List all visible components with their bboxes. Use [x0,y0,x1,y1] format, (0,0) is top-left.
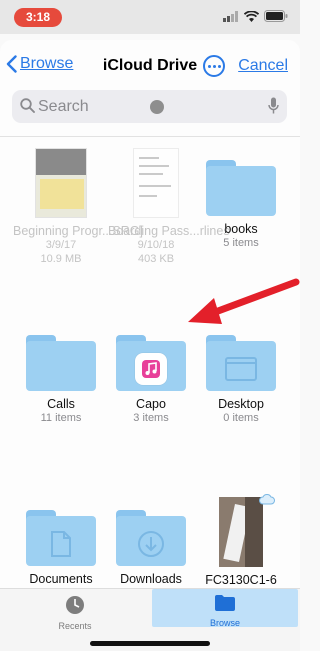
file-date: 3/9/17 [45,239,77,251]
desktop-icon [225,357,257,381]
folder-count: 0 items [223,412,259,424]
file-name: Boarding Pass...rlines [108,224,230,238]
cloud-download-icon [259,494,275,505]
red-arrow-icon [188,278,300,324]
photo-thumbnail [219,497,263,567]
folder-icon [116,335,186,391]
navigation-bar: Browse iCloud Drive Cancel [0,40,300,90]
status-icons [223,10,288,22]
folder-item-calls[interactable]: Calls 11 items [13,335,109,425]
search-bar[interactable]: Search [12,90,287,123]
search-icon [20,98,35,113]
microphone-icon[interactable] [268,97,279,115]
file-item-beginning-programming[interactable]: Beginning Progr...SRG] 3/9/17 10.9 MB [13,148,143,266]
folder-count: 5 items [223,237,259,249]
tab-recents-label: Recents [58,621,92,631]
capo-app-icon [135,353,167,385]
book-thumbnail [35,148,87,218]
file-item-photo[interactable]: FC3130C1-6 [193,494,289,587]
folder-name: Downloads [120,572,182,586]
folder-icon [206,160,276,216]
document-icon [51,531,71,557]
touch-indicator [150,100,164,114]
folder-icon [116,510,186,566]
folder-item-documents[interactable]: Documents [13,510,109,586]
chevron-left-icon [6,55,17,73]
folder-item-desktop[interactable]: Desktop 0 items [193,335,289,425]
tab-browse[interactable]: Browse [152,589,298,628]
file-size: 10.9 MB [40,253,82,265]
folder-count: 3 items [133,412,169,424]
file-name: FC3130C1-6 [205,573,277,587]
folder-icon [206,335,276,391]
folder-item-books[interactable]: books 5 items [193,160,289,250]
ellipsis-icon [207,64,211,68]
folder-name: Calls [47,397,75,411]
folder-icon [26,335,96,391]
wifi-icon [244,10,259,22]
folder-item-downloads[interactable]: Downloads [103,510,199,586]
folder-name: books [224,222,258,236]
clock-icon [66,596,84,614]
status-bar: 3:18 [0,0,300,34]
search-input[interactable]: Search [38,98,89,116]
home-indicator [90,641,210,646]
folder-icon [26,510,96,566]
more-options-button[interactable] [203,55,225,77]
file-name: Beginning Progr...SRG] [13,224,143,238]
folder-name: Capo [136,397,166,411]
music-note-icon [142,360,160,378]
cancel-button[interactable]: Cancel [238,57,288,75]
back-button-label: Browse [20,55,74,72]
file-item-boarding-pass[interactable]: Boarding Pass...rlines 9/10/18 403 KB [108,148,230,266]
status-time: 3:18 [14,8,62,27]
folder-count: 11 items [40,412,82,424]
back-button[interactable]: Browse [6,55,73,73]
folder-name: Documents [29,572,93,586]
download-icon [138,531,164,557]
battery-icon [264,10,288,22]
file-date: 9/10/18 [137,239,175,251]
file-size: 403 KB [137,253,175,265]
document-thumbnail [133,148,179,218]
folder-item-capo[interactable]: Capo 3 items [103,335,199,425]
cellular-signal-icon [223,10,238,22]
tab-browse-label: Browse [209,618,240,628]
folder-icon [215,595,235,611]
divider [0,136,300,137]
folder-name: Desktop [218,397,264,411]
tab-recents[interactable]: Recents [25,591,125,631]
